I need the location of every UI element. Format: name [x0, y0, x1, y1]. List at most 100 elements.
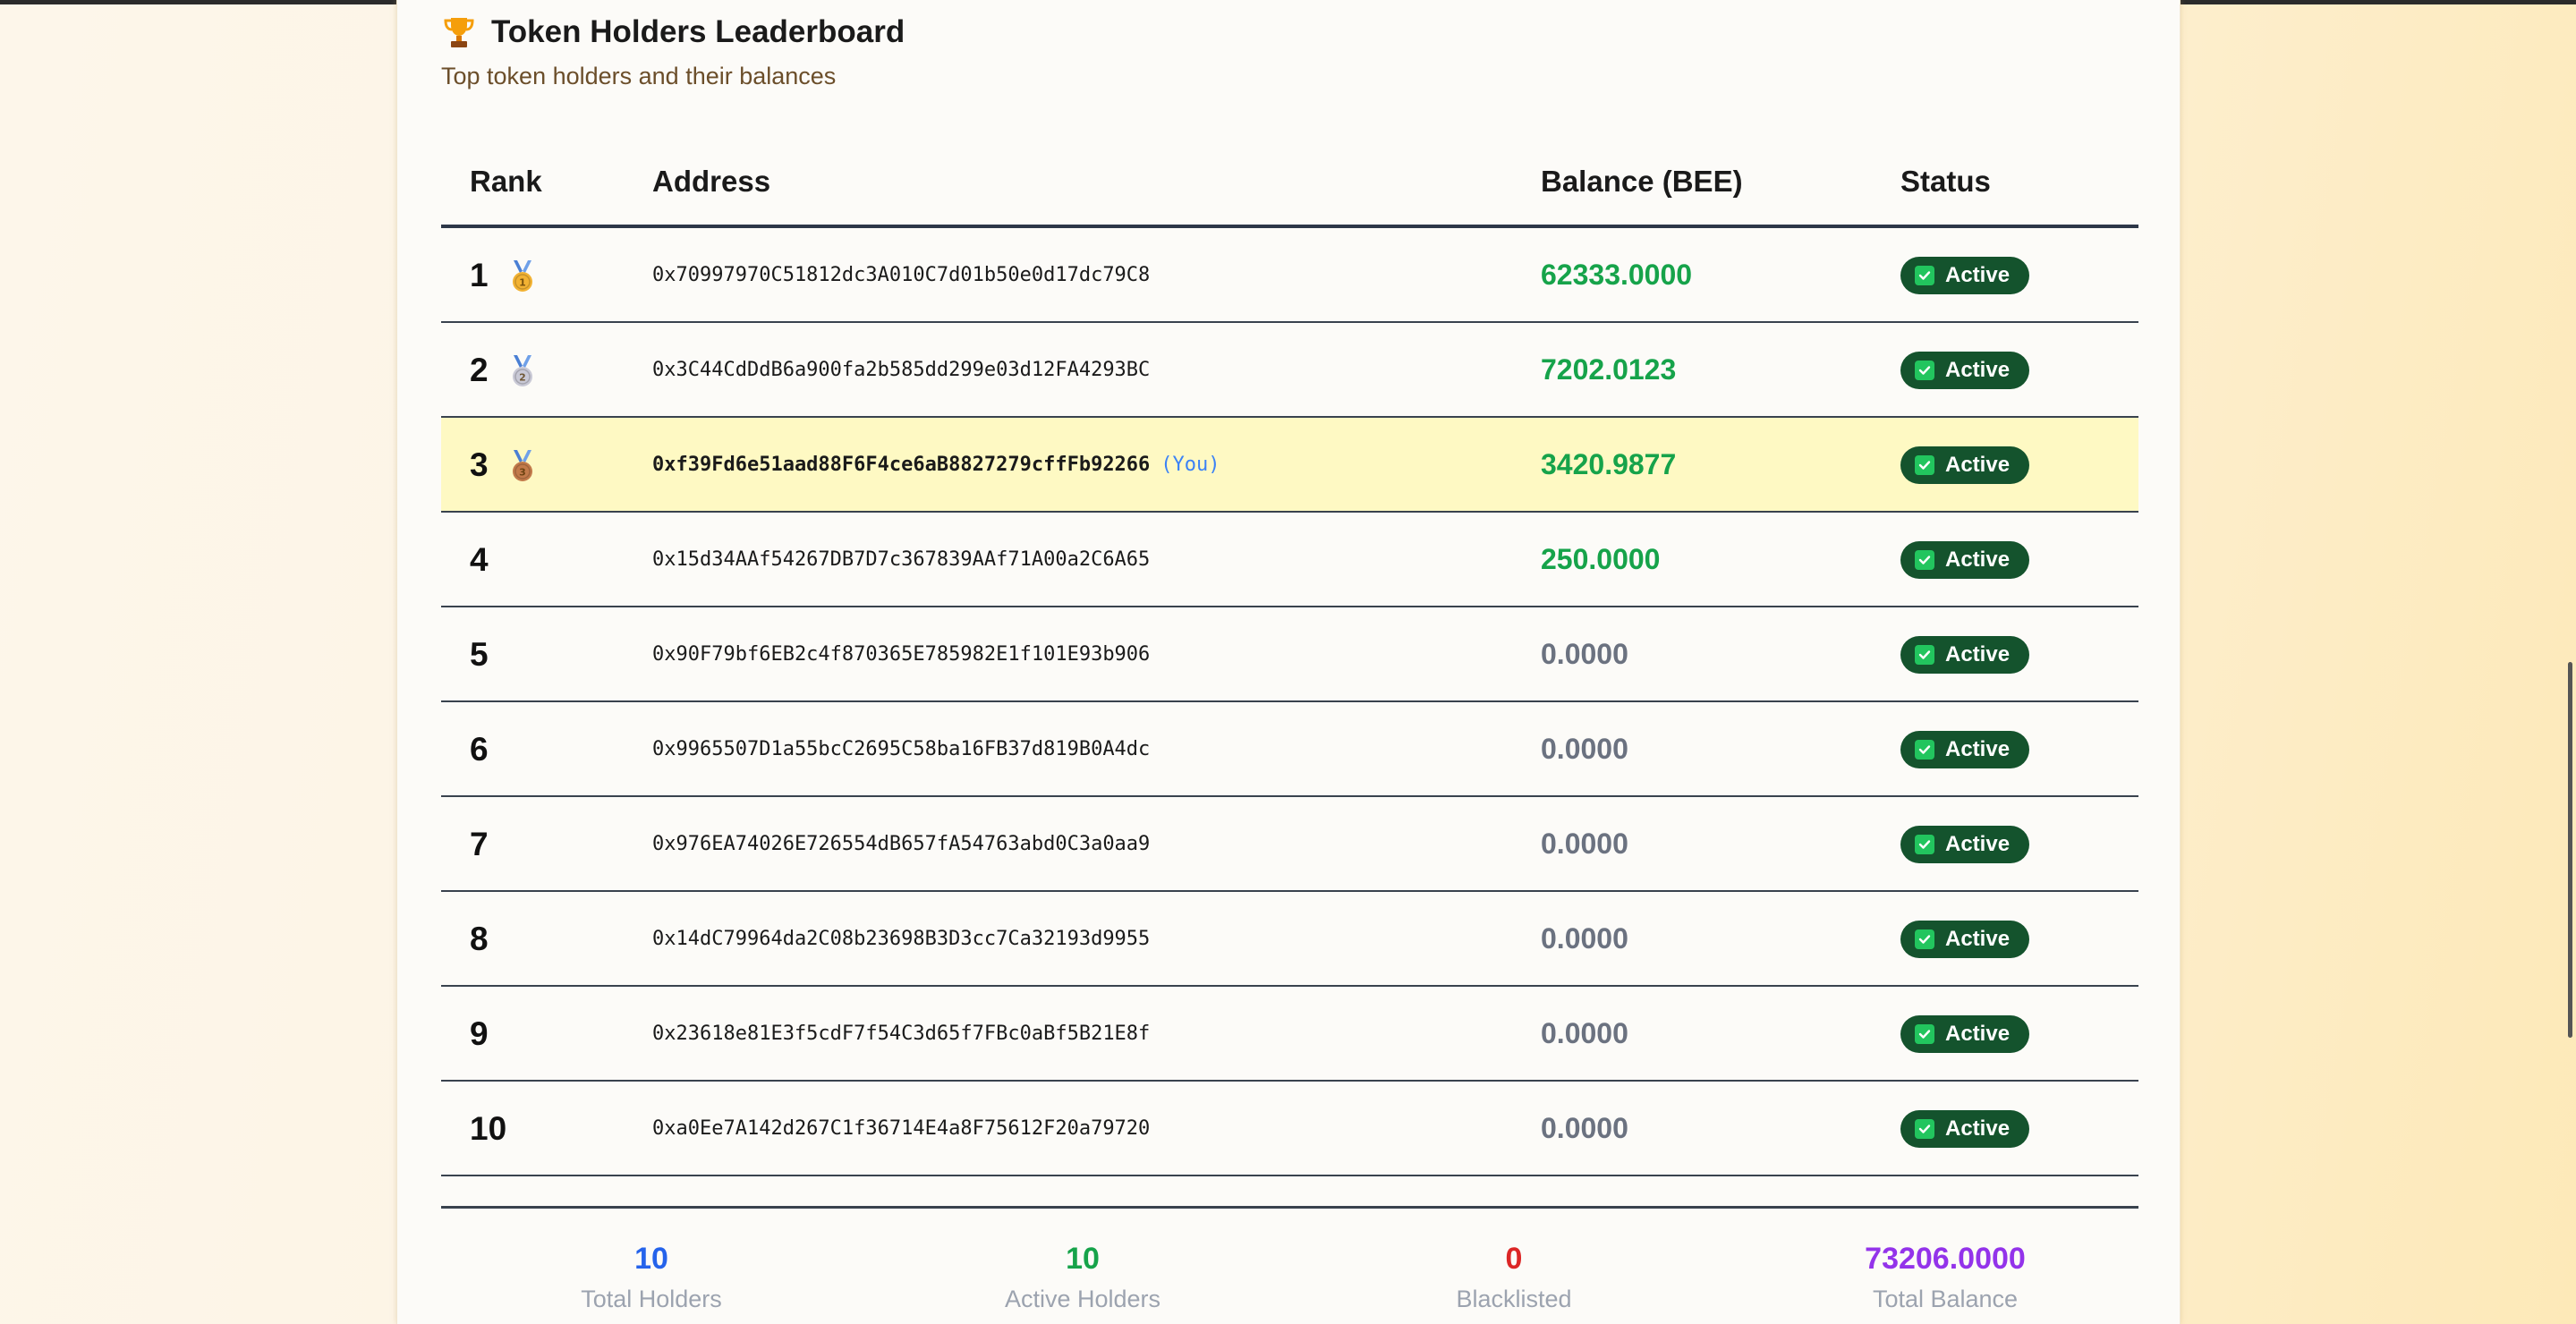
status-badge: Active: [1900, 352, 2029, 389]
address-text: 0x90F79bf6EB2c4f870365E785982E1f101E93b9…: [652, 643, 1151, 666]
status-text: Active: [1945, 737, 2011, 761]
status-badge: Active: [1900, 257, 2029, 294]
checkmark-icon: [1915, 835, 1934, 854]
address-text: 0x9965507D1a55bcC2695C58ba16FB37d819B0A4…: [652, 738, 1151, 760]
rank-number: 10: [470, 1110, 507, 1147]
trophy-icon: [444, 18, 474, 47]
checkmark-icon: [1915, 1024, 1934, 1044]
balance-value: 0.0000: [1541, 733, 1628, 765]
table-row: 4 0x15d34AAf54267DB7D7c367839AAf71A00a2C…: [441, 513, 2138, 607]
balance-value: 0.0000: [1541, 638, 1628, 670]
status-badge: Active: [1900, 541, 2029, 579]
holder-address[interactable]: 0xf39Fd6e51aad88F6F4ce6aB8827279cffFb922…: [652, 454, 1220, 476]
status-text: Active: [1945, 358, 2011, 382]
status-badge: Active: [1900, 1110, 2029, 1148]
silver-medal-icon: 2: [513, 355, 532, 386]
bronze-medal-icon: 3: [513, 450, 532, 481]
status-text: Active: [1945, 1116, 2011, 1141]
address-text: 0x15d34AAf54267DB7D7c367839AAf71A00a2C6A…: [652, 548, 1151, 571]
table-row: 10 0xa0Ee7A142d267C1f36714E4a8F75612F20a…: [441, 1082, 2138, 1176]
stat-value: 10: [634, 1242, 668, 1276]
balance-value: 0.0000: [1541, 1017, 1628, 1049]
rank-number: 6: [470, 731, 489, 768]
checkmark-icon: [1915, 645, 1934, 665]
stat-total-holders: 10 Total Holders: [472, 1242, 830, 1313]
checkmark-icon: [1915, 740, 1934, 760]
address-text: 0xa0Ee7A142d267C1f36714E4a8F75612F20a797…: [652, 1117, 1151, 1140]
holder-address[interactable]: 0x976EA74026E726554dB657fA54763abd0C3a0a…: [652, 833, 1150, 855]
table-body: 1 1 0x70997970C51812dc3A010C7d01b50e0d17…: [441, 228, 2138, 1176]
rank-number: 8: [470, 921, 489, 957]
stats-summary: 10 Total Holders 10 Active Holders 0 Bla…: [441, 1242, 2138, 1324]
leaderboard-header: Token Holders Leaderboard Top token hold…: [441, 13, 905, 90]
holder-address[interactable]: 0x70997970C51812dc3A010C7d01b50e0d17dc79…: [652, 264, 1150, 286]
status-text: Active: [1945, 832, 2011, 856]
stat-blacklisted: 0 Blacklisted: [1335, 1242, 1693, 1313]
status-text: Active: [1945, 453, 2011, 477]
checkmark-icon: [1915, 361, 1934, 380]
balance-value: 3420.9877: [1541, 448, 1677, 480]
rank-number: 9: [470, 1015, 489, 1052]
rank-number: 7: [470, 826, 489, 862]
holder-address[interactable]: 0xa0Ee7A142d267C1f36714E4a8F75612F20a797…: [652, 1117, 1150, 1140]
status-badge: Active: [1900, 1015, 2029, 1053]
rank-number: 2: [470, 352, 489, 388]
rank-number: 3: [470, 446, 489, 483]
svg-text:1: 1: [519, 277, 526, 289]
stat-total-balance: 73206.0000 Total Balance: [1766, 1242, 2124, 1313]
balance-value: 0.0000: [1541, 828, 1628, 860]
leaderboard-card: Token Holders Leaderboard Top token hold…: [396, 0, 2181, 1324]
column-header-status: Status: [1900, 165, 1991, 198]
stat-value: 0: [1505, 1242, 1523, 1276]
balance-value: 0.0000: [1541, 1112, 1628, 1144]
status-text: Active: [1945, 1022, 2011, 1046]
checkmark-icon: [1915, 550, 1934, 570]
status-badge: Active: [1900, 731, 2029, 768]
status-text: Active: [1945, 927, 2011, 951]
balance-value: 7202.0123: [1541, 353, 1677, 386]
holder-address[interactable]: 0x3C44CdDdB6a900fa2b585dd299e03d12FA4293…: [652, 359, 1150, 381]
holder-address[interactable]: 0x9965507D1a55bcC2695C58ba16FB37d819B0A4…: [652, 738, 1150, 760]
address-text: 0x14dC79964da2C08b23698B3D3cc7Ca32193d99…: [652, 928, 1151, 950]
address-text: 0x976EA74026E726554dB657fA54763abd0C3a0a…: [652, 833, 1151, 855]
stat-label: Total Holders: [581, 1286, 722, 1312]
status-badge: Active: [1900, 826, 2029, 863]
balance-value: 0.0000: [1541, 922, 1628, 955]
stat-value: 73206.0000: [1865, 1242, 2026, 1276]
address-text: 0x70997970C51812dc3A010C7d01b50e0d17dc79…: [652, 264, 1151, 286]
status-badge: Active: [1900, 446, 2029, 484]
column-header-rank: Rank: [470, 165, 542, 198]
page-title: Token Holders Leaderboard: [441, 13, 905, 52]
stat-value: 10: [1066, 1242, 1100, 1276]
table-row: 6 0x9965507D1a55bcC2695C58ba16FB37d819B0…: [441, 702, 2138, 797]
stat-label: Blacklisted: [1456, 1286, 1572, 1312]
checkmark-icon: [1915, 455, 1934, 475]
balance-value: 62333.0000: [1541, 259, 1693, 291]
balance-value: 250.0000: [1541, 543, 1661, 575]
table-row: 8 0x14dC79964da2C08b23698B3D3cc7Ca32193d…: [441, 892, 2138, 987]
stat-label: Total Balance: [1872, 1286, 2019, 1312]
status-text: Active: [1945, 263, 2011, 287]
holder-address[interactable]: 0x90F79bf6EB2c4f870365E785982E1f101E93b9…: [652, 643, 1150, 666]
holder-address[interactable]: 0x23618e81E3f5cdF7f54C3d65f7FBc0aBf5B21E…: [652, 1023, 1150, 1045]
stats-divider: [441, 1206, 2138, 1209]
holder-address[interactable]: 0x14dC79964da2C08b23698B3D3cc7Ca32193d99…: [652, 928, 1150, 950]
table-header: Rank Address Balance (BEE) Status: [441, 136, 2138, 228]
you-tag: (You): [1160, 454, 1220, 476]
status-badge: Active: [1900, 636, 2029, 674]
table-row: 9 0x23618e81E3f5cdF7f54C3d65f7FBc0aBf5B2…: [441, 987, 2138, 1082]
status-text: Active: [1945, 547, 2011, 572]
svg-text:3: 3: [519, 467, 526, 479]
page-subtitle: Top token holders and their balances: [441, 63, 837, 89]
rank-number: 5: [470, 636, 489, 673]
address-text: 0x3C44CdDdB6a900fa2b585dd299e03d12FA4293…: [652, 359, 1151, 381]
gold-medal-icon: 1: [513, 260, 532, 292]
scrollbar-thumb[interactable]: [2568, 662, 2572, 1038]
checkmark-icon: [1915, 1119, 1934, 1139]
address-text: 0xf39Fd6e51aad88F6F4ce6aB8827279cffFb922…: [652, 454, 1151, 476]
table-row: 7 0x976EA74026E726554dB657fA54763abd0C3a…: [441, 797, 2138, 892]
holder-address[interactable]: 0x15d34AAf54267DB7D7c367839AAf71A00a2C6A…: [652, 548, 1150, 571]
stat-active-holders: 10 Active Holders: [904, 1242, 1262, 1313]
stat-label: Active Holders: [1004, 1286, 1161, 1312]
status-text: Active: [1945, 642, 2011, 666]
